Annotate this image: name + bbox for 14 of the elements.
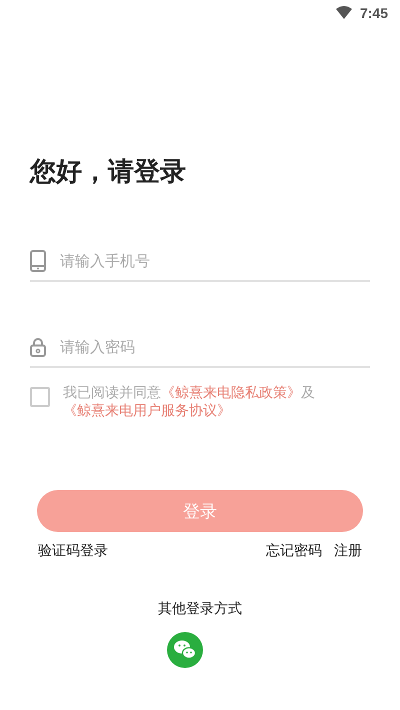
wechat-icon[interactable] <box>167 632 203 668</box>
agreement-text: 我已阅读并同意《鲸熹来电隐私政策》及 《鲸熹来电用户服务协议》 <box>63 384 316 420</box>
clock-time: 7:45 <box>360 5 388 21</box>
lock-icon <box>30 337 46 357</box>
agreement-checkbox[interactable] <box>30 387 50 407</box>
wifi-icon <box>336 6 352 20</box>
register-link[interactable]: 注册 <box>334 542 362 560</box>
forgot-password-link[interactable]: 忘记密码 <box>266 542 322 560</box>
sms-login-link[interactable]: 验证码登录 <box>38 542 108 560</box>
phone-input-field[interactable]: 请输入手机号 <box>60 248 370 274</box>
other-login-label: 其他登录方式 <box>157 600 243 618</box>
page-title: 您好，请登录 <box>30 156 187 189</box>
phone-icon <box>30 250 46 272</box>
password-input-field[interactable]: 请输入密码 <box>60 334 370 360</box>
